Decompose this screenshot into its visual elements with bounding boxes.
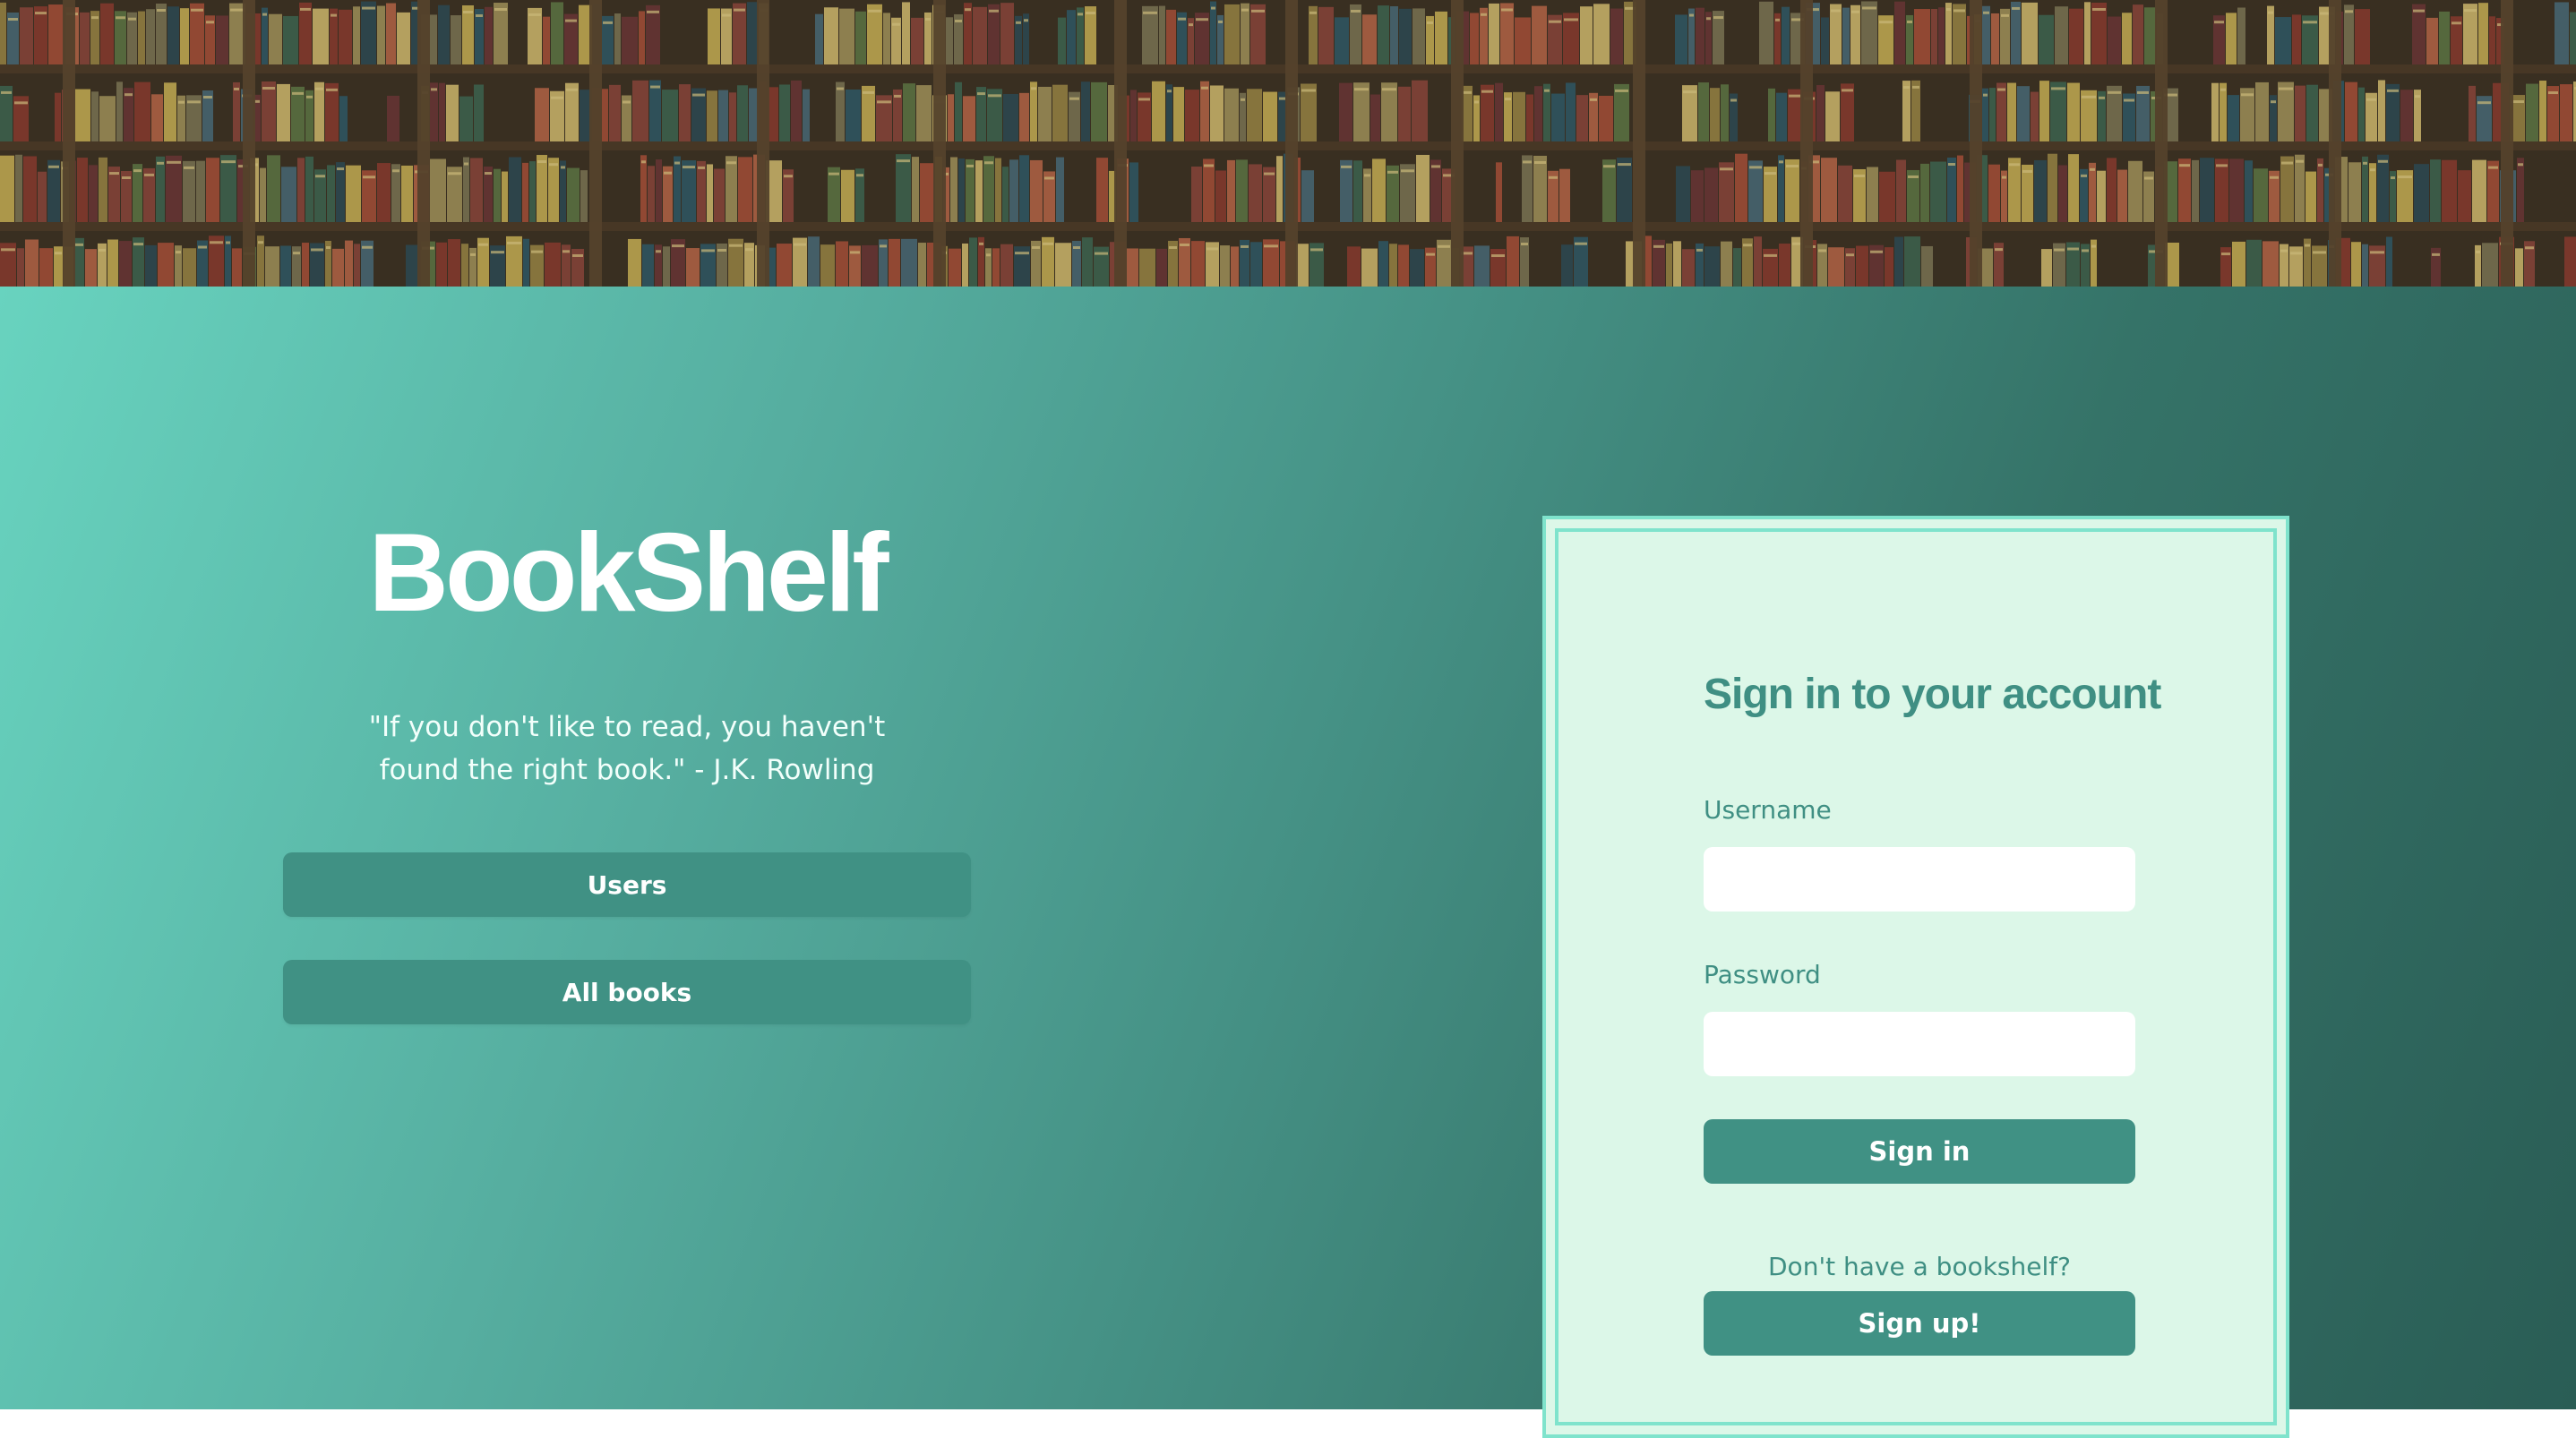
- brand-section: BookShelf "If you don't like to read, yo…: [283, 510, 971, 792]
- bookshelf-image: [0, 0, 2576, 287]
- password-input[interactable]: [1704, 1012, 2135, 1076]
- bookshelf-banner: [0, 0, 2576, 287]
- username-input[interactable]: [1704, 847, 2135, 912]
- signin-card: Sign in to your account Username Passwor…: [1542, 516, 2289, 1438]
- signup-prompt: Don't have a bookshelf?: [1768, 1252, 2071, 1281]
- signin-button[interactable]: Sign in: [1704, 1119, 2135, 1184]
- users-button[interactable]: Users: [283, 852, 971, 917]
- main-area: BookShelf "If you don't like to read, yo…: [0, 287, 2576, 1438]
- signup-button[interactable]: Sign up!: [1704, 1291, 2135, 1356]
- brand-title: BookShelf: [368, 511, 889, 635]
- all-books-button[interactable]: All books: [283, 960, 971, 1024]
- password-label: Password: [1704, 960, 1821, 989]
- signin-title: Sign in to your account: [1704, 671, 2161, 718]
- username-label: Username: [1704, 795, 1832, 825]
- brand-quote: "If you don't like to read, you haven't …: [368, 711, 886, 786]
